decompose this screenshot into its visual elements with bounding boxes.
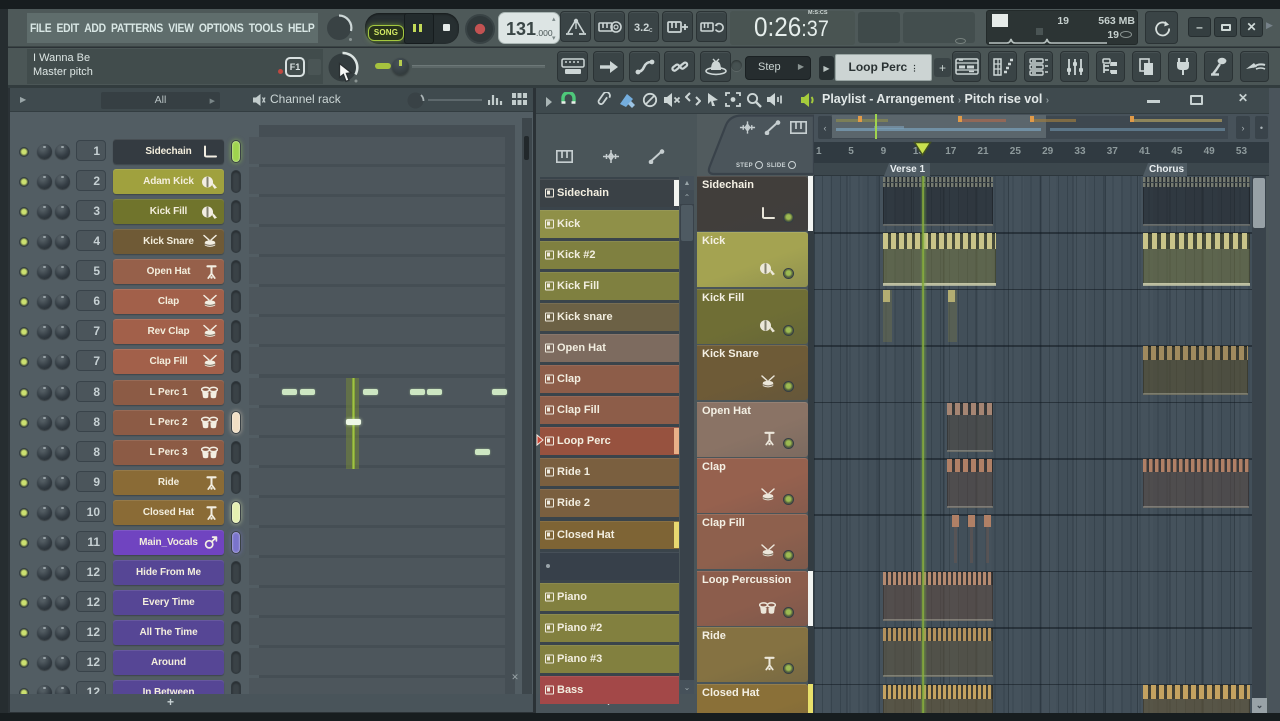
svg-text:3.2: 3.2	[634, 22, 649, 34]
svg-text:c: c	[649, 27, 653, 34]
